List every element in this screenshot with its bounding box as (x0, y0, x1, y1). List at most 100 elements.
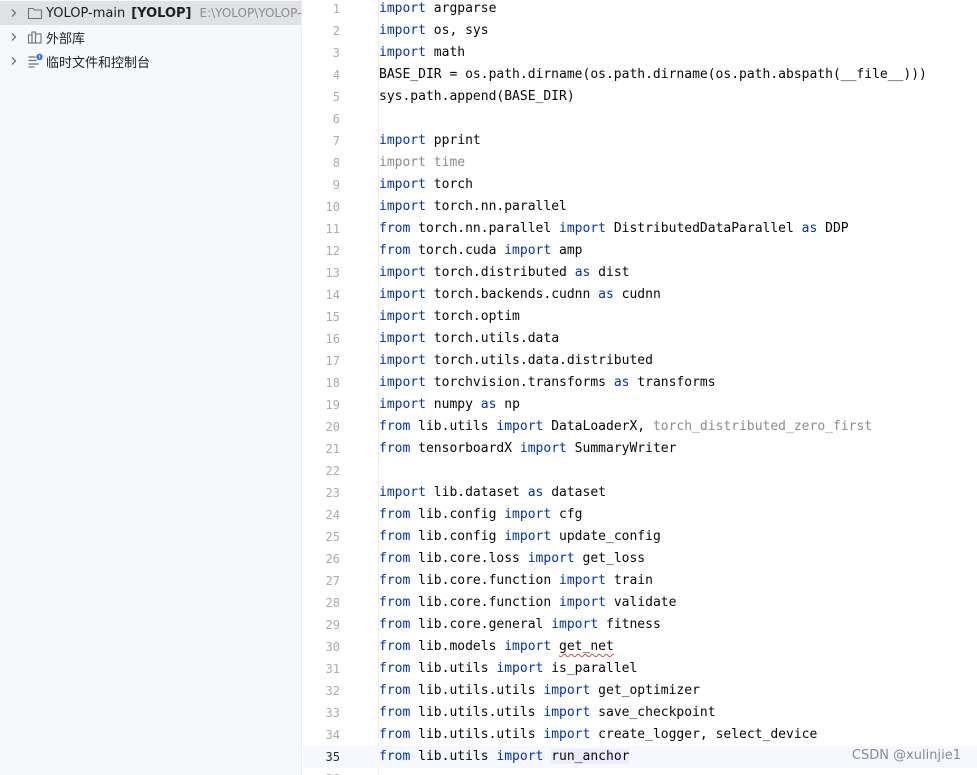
code-line[interactable]: 30 from lib.models import get_net (303, 636, 977, 658)
code-text: from lib.config import update_config (379, 526, 661, 548)
code-line[interactable]: 9 import torch (303, 174, 977, 196)
code-line[interactable]: 1 import argparse (303, 0, 977, 20)
code-text: import time (379, 152, 465, 174)
code-line[interactable]: 32 from lib.utils.utils import get_optimi… (303, 680, 977, 702)
code-token: pprint (425, 133, 481, 148)
code-token: from (379, 661, 411, 676)
code-line[interactable]: 31 from lib.utils import is_parallel (303, 658, 977, 680)
code-token: fitness (598, 617, 661, 632)
code-line[interactable]: 15 import torch.optim (303, 306, 977, 328)
code-token: lib.utils (410, 419, 497, 434)
tree-item-external-libraries[interactable]: 外部库 (0, 25, 301, 49)
code-line[interactable]: 20 from lib.utils import DataLoaderX, tor… (303, 416, 977, 438)
code-line[interactable]: 24 from lib.config import cfg (303, 504, 977, 526)
module-name: [YOLOP] (131, 5, 192, 21)
code-line[interactable]: 12 from torch.cuda import amp (303, 240, 977, 262)
code-line[interactable]: 27 from lib.core.function import train (303, 570, 977, 592)
code-token: from (379, 529, 411, 544)
code-token: transforms (629, 375, 716, 390)
code-token: lib.utils.utils (410, 683, 544, 698)
code-line[interactable]: 8 import time (303, 152, 977, 174)
code-line[interactable]: 22 (303, 460, 977, 482)
code-line[interactable]: 33 from lib.utils.utils import save_check… (303, 702, 977, 724)
code-token: import (559, 595, 606, 610)
line-number: 30 (325, 640, 340, 654)
code-token: import (379, 1, 426, 16)
code-line[interactable]: 11 from torch.nn.parallel import Distribu… (303, 218, 977, 240)
code-line[interactable]: 25 from lib.config import update_config (303, 526, 977, 548)
code-token: as (598, 287, 614, 302)
line-number: 2 (332, 24, 340, 38)
code-editor[interactable]: 1 import argparse 2 import os, sys 3 import m… (303, 0, 977, 775)
line-number: 19 (325, 398, 340, 412)
line-number: 24 (325, 508, 340, 522)
code-line[interactable]: 19 import numpy as np (303, 394, 977, 416)
code-text: from lib.core.function import train (379, 570, 653, 592)
code-token: from (379, 749, 411, 764)
code-token: lib.utils (410, 749, 497, 764)
code-token: torch_distributed_zero_first (652, 419, 873, 434)
code-line[interactable]: 14 import torch.backends.cudnn as cudnn (303, 284, 977, 306)
scratches-label: 临时文件和控制台 (46, 55, 151, 71)
code-token: import (379, 397, 426, 412)
code-line[interactable]: 34 from lib.utils.utils import create_log… (303, 724, 977, 746)
line-number: 11 (325, 222, 340, 236)
scratches-icon (28, 53, 43, 68)
code-token: torch.utils.data.distributed (425, 353, 653, 368)
code-token: SummaryWriter (566, 441, 677, 456)
code-line[interactable]: 10 import torch.nn.parallel (303, 196, 977, 218)
code-text: from lib.models import get_net (379, 636, 614, 658)
line-number: 35 (325, 750, 340, 764)
code-token: import (504, 507, 552, 522)
chevron-right-icon[interactable] (9, 8, 19, 18)
code-text: import pprint (379, 130, 481, 152)
code-line[interactable]: 6 (303, 108, 977, 130)
code-token: dist (590, 265, 630, 280)
code-token: import (551, 617, 599, 632)
tree-item-project-root[interactable]: YOLOP-main [YOLOP] E:\YOLOP\YOLOP-main (0, 1, 302, 25)
code-token: lib.utils.utils (410, 705, 544, 720)
code-line[interactable]: 16 import torch.utils.data (303, 328, 977, 350)
code-token: amp (551, 243, 583, 258)
code-token: import (379, 265, 426, 280)
code-line[interactable]: 18 import torchvision.transforms as trans… (303, 372, 977, 394)
line-number: 9 (332, 178, 340, 192)
code-text: from lib.utils.utils import get_optimize… (379, 680, 700, 702)
code-line[interactable]: 17 import torch.utils.data.distributed (303, 350, 977, 372)
code-token: import (379, 23, 426, 38)
code-line[interactable]: 13 import torch.distributed as dist (303, 262, 977, 284)
code-token: torch.utils.data (425, 331, 560, 346)
code-text: sys.path.append(BASE_DIR) (379, 86, 575, 108)
line-number: 26 (325, 552, 340, 566)
code-token: get_net (559, 639, 614, 654)
chevron-right-icon[interactable] (9, 32, 19, 42)
code-text: import numpy as np (379, 394, 520, 416)
project-path: E:\YOLOP\YOLOP-main (199, 6, 302, 20)
line-number: 4 (332, 68, 340, 82)
code-text: import torch.optim (379, 306, 520, 328)
external-libraries-label: 外部库 (46, 31, 86, 47)
code-token: torchvision.transforms (425, 375, 614, 390)
code-token: import (504, 243, 552, 258)
code-line[interactable]: 36 (303, 768, 977, 775)
code-line[interactable]: 2 import os, sys (303, 20, 977, 42)
code-token: from (379, 705, 411, 720)
code-line[interactable]: 3 import math (303, 42, 977, 64)
code-line[interactable]: 7 import pprint (303, 130, 977, 152)
code-token: import (527, 551, 575, 566)
tree-item-scratches[interactable]: 临时文件和控制台 (0, 49, 301, 73)
code-line[interactable]: 5 sys.path.append(BASE_DIR) (303, 86, 977, 108)
code-line[interactable]: 23 import lib.dataset as dataset (303, 482, 977, 504)
line-number: 12 (325, 244, 340, 258)
code-token: create_logger, select_device (590, 727, 818, 742)
code-line[interactable]: 29 from lib.core.general import fitness (303, 614, 977, 636)
code-token: import (519, 441, 567, 456)
code-token: import (504, 529, 552, 544)
code-line[interactable]: 28 from lib.core.function import validate (303, 592, 977, 614)
code-line[interactable]: 4 BASE_DIR = os.path.dirname(os.path.dirn… (303, 64, 977, 86)
library-icon (27, 31, 42, 44)
code-token: torch.distributed (425, 265, 575, 280)
code-line[interactable]: 26 from lib.core.loss import get_loss (303, 548, 977, 570)
chevron-right-icon[interactable] (9, 56, 19, 66)
code-line[interactable]: 21 from tensorboardX import SummaryWriter (303, 438, 977, 460)
